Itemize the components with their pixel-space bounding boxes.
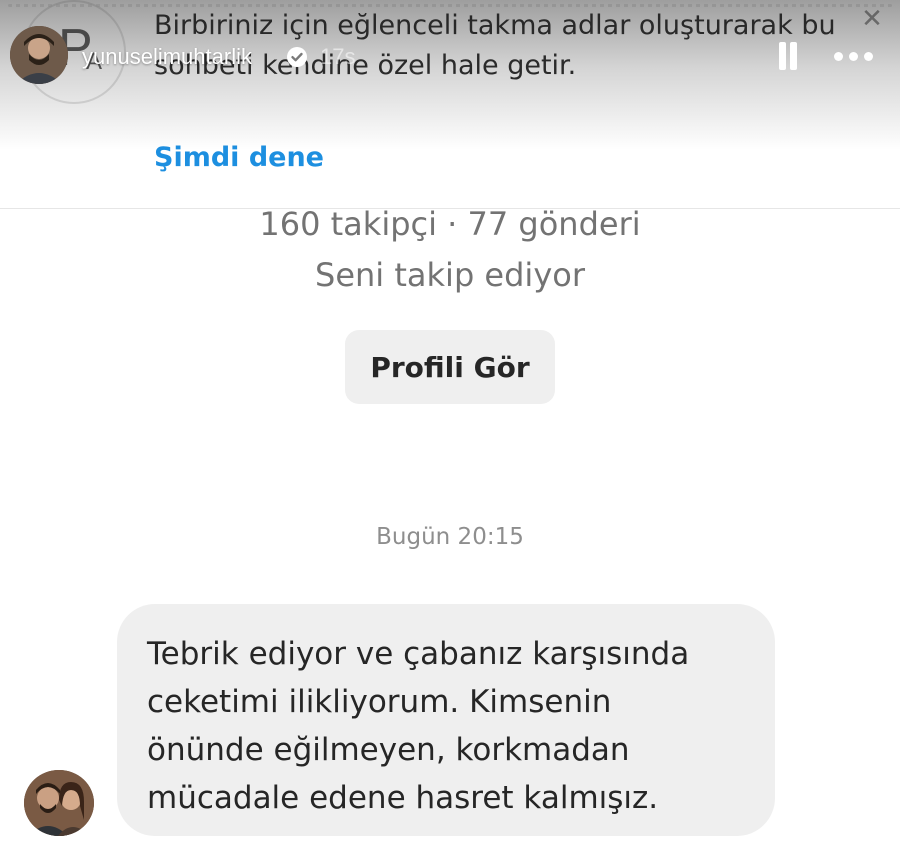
story-time: 17s <box>320 44 356 69</box>
story-header: yunuselimuhtarlik 17s <box>0 0 900 110</box>
view-profile-button[interactable]: Profili Gör <box>345 330 555 404</box>
pause-icon[interactable] <box>776 42 800 70</box>
verified-badge-icon <box>287 47 307 67</box>
story-username[interactable]: yunuselimuhtarlik <box>82 44 252 70</box>
message-timestamp: Bugün 20:15 <box>376 524 524 550</box>
try-now-link[interactable]: Şimdi dene <box>154 142 324 173</box>
more-options-icon[interactable] <box>832 46 876 66</box>
message-bubble[interactable]: Tebrik ediyor ve çabanız karşısında ceke… <box>117 604 775 836</box>
message-text: Tebrik ediyor ve çabanız karşısında ceke… <box>147 636 690 816</box>
profile-stats: 160 takipçi · 77 gönderi <box>259 205 641 243</box>
sender-avatar[interactable] <box>24 770 94 836</box>
follow-status: Seni takip ediyor <box>315 256 585 294</box>
story-avatar[interactable] <box>10 26 68 84</box>
